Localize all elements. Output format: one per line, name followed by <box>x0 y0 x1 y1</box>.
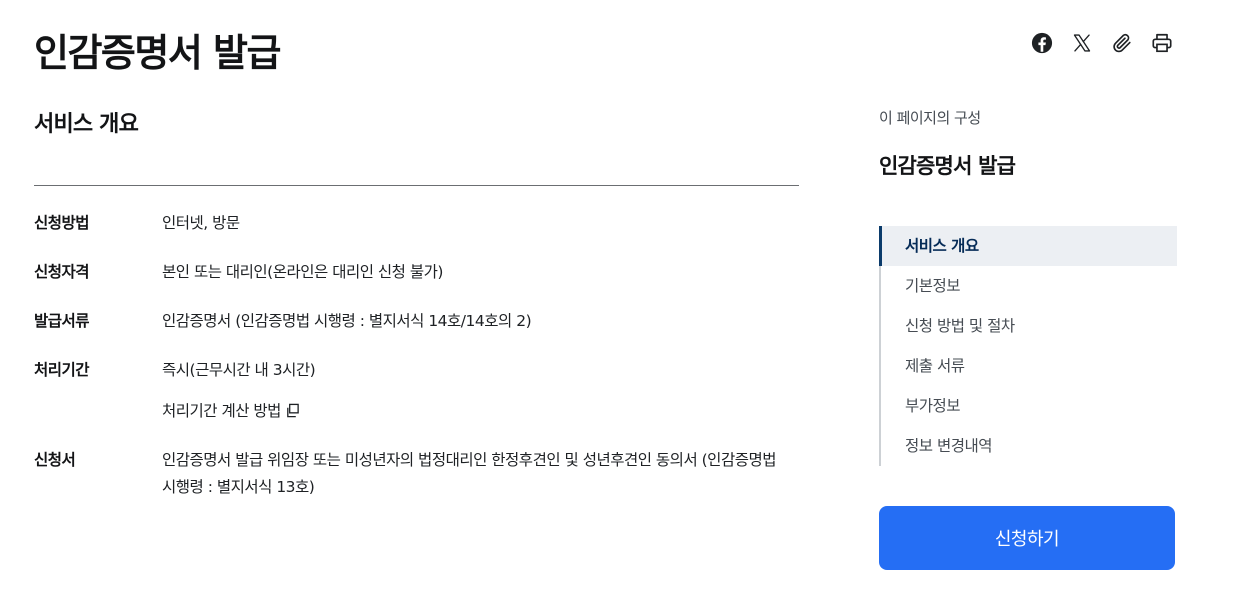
toc-item-procedure[interactable]: 신청 방법 및 절차 <box>881 306 1177 346</box>
toc-nav: 서비스 개요 기본정보 신청 방법 및 절차 제출 서류 부가정보 정보 변경내… <box>879 226 1177 466</box>
info-value: 본인 또는 대리인(온라인은 대리인 신청 불가) <box>162 263 443 281</box>
share-toolbar <box>1030 30 1174 56</box>
info-label: 신청서 <box>34 451 76 469</box>
section-divider <box>34 185 799 186</box>
copy-icon <box>287 403 299 418</box>
toc-item-overview[interactable]: 서비스 개요 <box>879 226 1177 266</box>
toc-caption: 이 페이지의 구성 <box>879 109 981 127</box>
toc-item-additional-info[interactable]: 부가정보 <box>881 386 1177 426</box>
info-label: 발급서류 <box>34 312 90 330</box>
toc-title: 인감증명서 발급 <box>879 154 1016 178</box>
toc-item-basic-info[interactable]: 기본정보 <box>881 266 1177 306</box>
toc-item-change-history[interactable]: 정보 변경내역 <box>881 426 1177 466</box>
service-overview-list: 신청방법 인터넷, 방문 신청자격 본인 또는 대리인(온라인은 대리인 신청 … <box>34 210 794 523</box>
info-row-method: 신청방법 인터넷, 방문 <box>34 210 794 237</box>
page-title: 인감증명서 발급 <box>34 31 281 75</box>
info-row-document: 발급서류 인감증명서 (인감증명법 시행령 : 별지서식 14호/14호의 2) <box>34 308 794 335</box>
info-row-eligibility: 신청자격 본인 또는 대리인(온라인은 대리인 신청 불가) <box>34 259 794 286</box>
info-label: 신청방법 <box>34 214 90 232</box>
info-value: 인감증명서 발급 위임장 또는 미성년자의 법정대리인 한정후견인 및 성년후견… <box>162 451 776 496</box>
x-icon[interactable] <box>1070 30 1094 56</box>
section-title: 서비스 개요 <box>34 112 139 137</box>
apply-button[interactable]: 신청하기 <box>879 506 1175 570</box>
facebook-icon[interactable] <box>1030 30 1054 56</box>
info-label: 처리기간 <box>34 361 90 379</box>
info-row-application-form: 신청서 인감증명서 발급 위임장 또는 미성년자의 법정대리인 한정후견인 및 … <box>34 447 794 501</box>
info-label: 신청자격 <box>34 263 90 281</box>
print-icon[interactable] <box>1150 30 1174 56</box>
toc-item-documents[interactable]: 제출 서류 <box>881 346 1177 386</box>
info-row-processing: 처리기간 즉시(근무시간 내 3시간) 처리기간 계산 방법 <box>34 357 794 425</box>
info-value: 인감증명서 (인감증명법 시행령 : 별지서식 14호/14호의 2) <box>162 312 532 330</box>
processing-time-calc-link[interactable]: 처리기간 계산 방법 <box>162 398 794 425</box>
info-value: 즉시(근무시간 내 3시간) <box>162 361 316 379</box>
processing-time-calc-label: 처리기간 계산 방법 <box>162 402 281 420</box>
paperclip-icon[interactable] <box>1110 30 1134 56</box>
info-value-block: 즉시(근무시간 내 3시간) 처리기간 계산 방법 <box>162 357 794 425</box>
info-value: 인터넷, 방문 <box>162 214 240 232</box>
